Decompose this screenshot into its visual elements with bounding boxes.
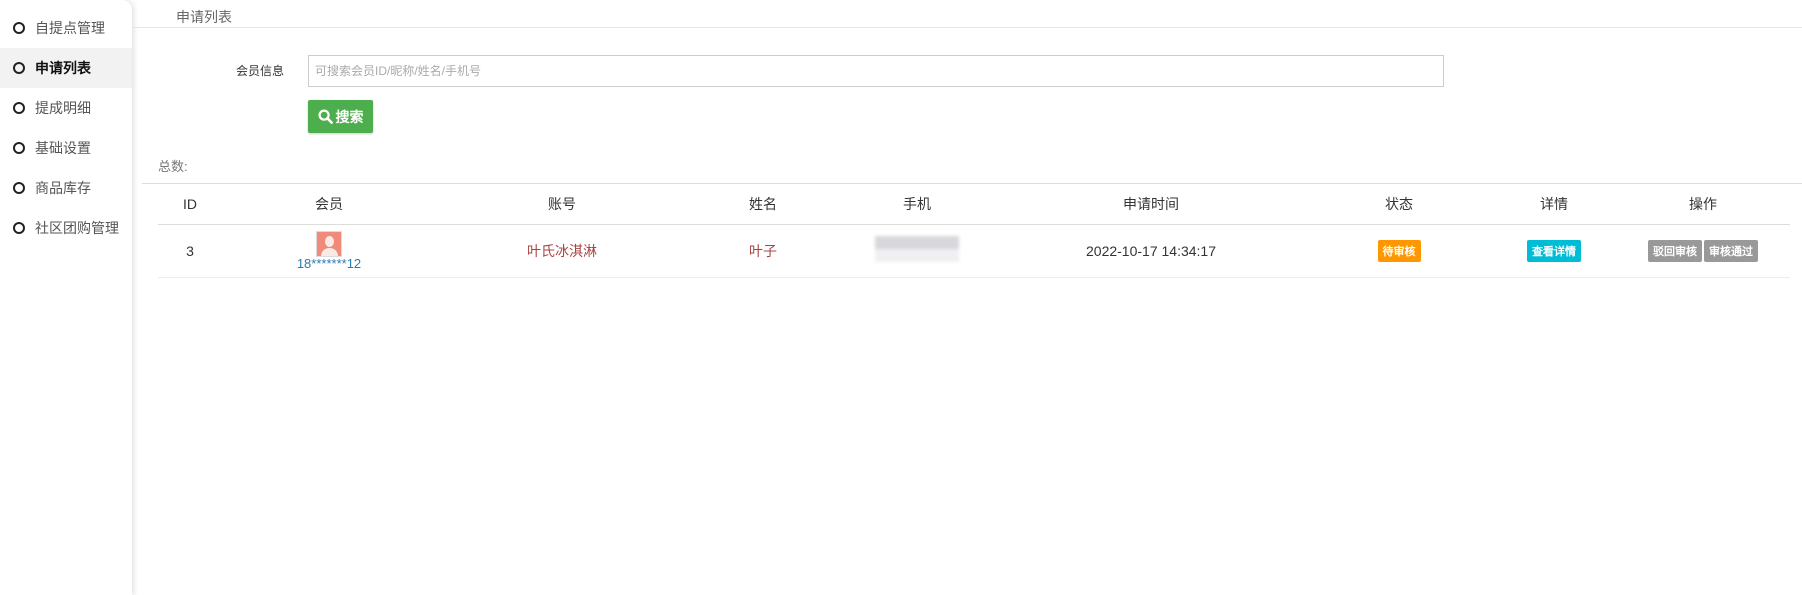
member-info-label: 会员信息 xyxy=(236,64,285,78)
circle-icon xyxy=(13,22,25,34)
sidebar-item-label: 提成明细 xyxy=(35,100,91,116)
sidebar-item-label: 基础设置 xyxy=(35,140,91,156)
sidebar-item-inventory[interactable]: 商品库存 xyxy=(0,168,132,208)
column-header: 会员 xyxy=(222,184,436,225)
cell-name: 叶子 xyxy=(688,224,838,278)
column-header: 账号 xyxy=(436,184,688,225)
search-button-label: 搜索 xyxy=(335,108,364,125)
search-button[interactable]: 搜索 xyxy=(308,100,373,133)
page-header: 申请列表 xyxy=(132,0,1802,28)
circle-icon xyxy=(13,102,25,114)
sidebar-item-application-list[interactable]: 申请列表 xyxy=(0,48,132,88)
cell-time: 2022-10-17 14:34:17 xyxy=(996,224,1306,278)
column-header: 申请时间 xyxy=(996,184,1306,225)
circle-icon xyxy=(13,222,25,234)
column-header: 详情 xyxy=(1492,184,1616,225)
circle-icon xyxy=(13,62,25,74)
cell-actions: 驳回审核 审核通过 xyxy=(1616,224,1790,278)
column-header: 姓名 xyxy=(688,184,838,225)
member-link[interactable]: 18*******12 xyxy=(222,256,436,271)
phone-blurred xyxy=(875,236,959,262)
view-detail-button[interactable]: 查看详情 xyxy=(1527,239,1581,262)
column-header: ID xyxy=(158,184,222,225)
reject-button[interactable]: 驳回审核 xyxy=(1648,239,1702,262)
circle-icon xyxy=(13,142,25,154)
table-header-row: ID 会员 账号 姓名 手机 申请时间 状态 详情 操作 xyxy=(158,184,1790,225)
sidebar-item-group-buy[interactable]: 社区团购管理 xyxy=(0,208,132,248)
circle-icon xyxy=(13,182,25,194)
sidebar-item-basic-settings[interactable]: 基础设置 xyxy=(0,128,132,168)
search-icon xyxy=(317,109,333,124)
avatar[interactable] xyxy=(316,230,342,257)
approve-button[interactable]: 审核通过 xyxy=(1704,239,1758,262)
sidebar-item-pickup-management[interactable]: 自提点管理 xyxy=(0,8,132,48)
sidebar-item-label: 社区团购管理 xyxy=(35,220,119,236)
page-title: 申请列表 xyxy=(176,9,232,25)
cell-status: 待审核 xyxy=(1306,224,1492,278)
table-row: 3 18*******12 叶氏冰淇淋 叶子 2022-10-17 14:34:… xyxy=(158,224,1790,278)
sidebar-item-label: 自提点管理 xyxy=(35,20,105,36)
column-header: 手机 xyxy=(838,184,996,225)
application-table: ID 会员 账号 姓名 手机 申请时间 状态 详情 操作 3 18*******… xyxy=(158,184,1790,278)
cell-account: 叶氏冰淇淋 xyxy=(436,224,688,278)
sidebar-item-commission-detail[interactable]: 提成明细 xyxy=(0,88,132,128)
sidebar-item-label: 申请列表 xyxy=(35,60,91,76)
cell-id: 3 xyxy=(158,224,222,278)
sidebar: 自提点管理 申请列表 提成明细 基础设置 商品库存 社区团购管理 xyxy=(0,0,132,595)
status-badge: 待审核 xyxy=(1377,239,1421,262)
cell-member: 18*******12 xyxy=(222,224,436,278)
column-header: 操作 xyxy=(1616,184,1790,225)
sidebar-item-label: 商品库存 xyxy=(35,180,91,196)
search-input[interactable] xyxy=(308,55,1444,87)
total-count: 总数: xyxy=(158,159,188,174)
cell-detail: 查看详情 xyxy=(1492,224,1616,278)
cell-phone xyxy=(838,224,996,278)
column-header: 状态 xyxy=(1306,184,1492,225)
